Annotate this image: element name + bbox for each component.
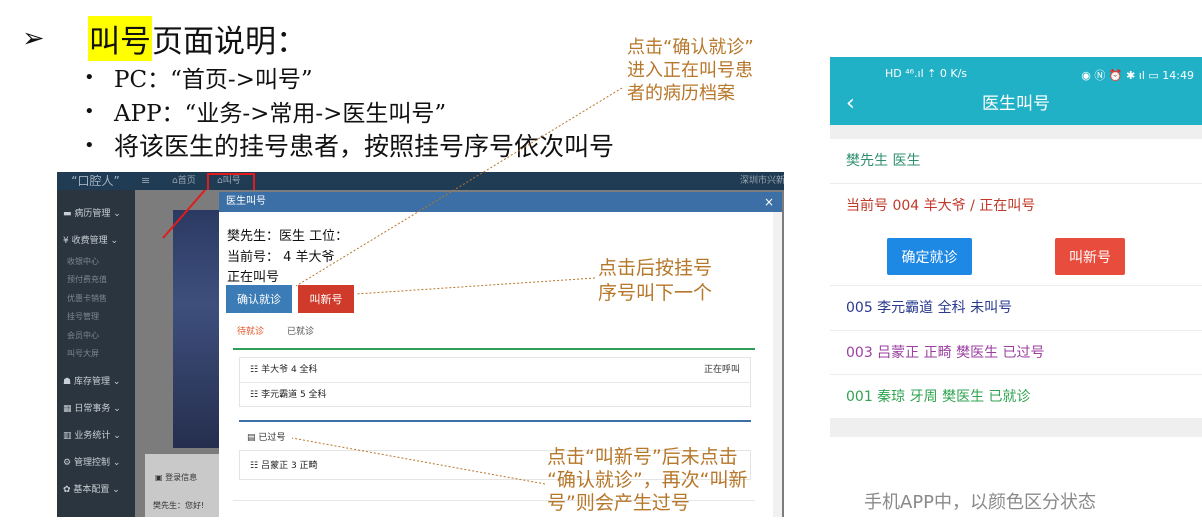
phone-app-bar: 医生叫号 ‹ <box>830 87 1202 125</box>
list-item-status: 正在呼叫 <box>703 365 740 375</box>
note-line: 点击后按挂号 <box>598 257 713 279</box>
note-line: “确认就诊”，再次“叫新 <box>547 469 748 491</box>
sidebar-sub-call-screen[interactable]: 叫号大屏 <box>67 348 99 359</box>
tab-underline <box>233 348 755 350</box>
list-icon: ☷ <box>250 365 259 375</box>
list-item[interactable]: ☷ 羊大爷 4 全科 正在呼叫 <box>240 358 750 383</box>
sidebar-item-inventory[interactable]: ☗ 库存管理 ⌄ <box>63 374 120 387</box>
list-item[interactable]: ☷ 李元霸道 5 全科 <box>240 383 750 408</box>
close-icon[interactable]: × <box>764 192 774 212</box>
calendar-icon: ▤ <box>247 433 256 443</box>
slide-title: ➢ 叫号 页面说明： <box>22 15 307 61</box>
passed-note: 点击“叫新号”后未点击 “确认就诊”，再次“叫新 号”则会产生过号 <box>547 446 748 515</box>
sidebar-item-config[interactable]: ✿ 基本配置 ⌄ <box>63 482 120 495</box>
note-line: 进入正在叫号患 <box>627 60 753 81</box>
menu-icon[interactable]: ≡ <box>141 172 150 190</box>
note-line: 号”则会产生过号 <box>547 492 690 514</box>
list-item-text: 羊大爷 4 全科 <box>261 365 318 375</box>
phone-title: 医生叫号 <box>982 94 1050 114</box>
modal-header: 医生叫号 × <box>219 192 782 212</box>
note-line: 序号叫下一个 <box>598 282 713 304</box>
note-line: 者的病历档案 <box>627 83 735 104</box>
passed-section-title: ▤ 已过号 <box>247 433 286 443</box>
nav-home[interactable]: ⌂首页 <box>172 172 196 190</box>
sidebar-sub-members[interactable]: 会员中心 <box>67 330 99 341</box>
sidebar-item-billing[interactable]: ¥ 收费管理 ⌄ <box>63 233 118 246</box>
pc-topbar: “口腔人” ≡ ⌂首页 ⌂叫号 深圳市兴新 <box>57 172 784 190</box>
list-icon: ☷ <box>250 390 259 400</box>
arrow-bullet-icon: ➢ <box>22 22 45 54</box>
login-info-panel: ▣ 登录信息 樊先生：您好! <box>145 454 221 517</box>
title-highlight: 叫号 <box>88 15 152 61</box>
sidebar-item-daily[interactable]: ▦ 日常事务 ⌄ <box>63 401 121 414</box>
bullet-text: 将该医生的挂号患者，按照挂号序号依次叫号 <box>114 132 615 161</box>
queue-item-waiting[interactable]: 005 李元霸道 全科 未叫号 <box>830 285 1202 330</box>
nav-clinic-name: 深圳市兴新 <box>740 176 784 186</box>
list-item-text: 李元霸道 5 全科 <box>261 390 327 400</box>
sidebar-sub-registration[interactable]: 挂号管理 <box>67 311 99 322</box>
sidebar-item-admin[interactable]: ⚙ 管理控制 ⌄ <box>63 455 120 468</box>
status-right: ◉ Ⓝ ⏰ ✱ ıl ▭ 14:49 <box>1081 69 1194 82</box>
note-line: 点击“叫新号”后未点击 <box>547 446 738 468</box>
sidebar-item-medical-records[interactable]: ▬ 病历管理 ⌄ <box>63 206 121 219</box>
back-icon[interactable]: ‹ <box>846 87 855 121</box>
passed-divider <box>239 420 751 422</box>
call-new-number-button[interactable]: 叫新号 <box>298 285 354 313</box>
list-icon: ☷ <box>250 461 259 471</box>
sidebar-sub-cashier[interactable]: 收银中心 <box>67 256 99 267</box>
phone-button-row: 确定就诊 叫新号 <box>830 227 1202 285</box>
modal-scrollbar[interactable] <box>773 212 782 517</box>
pc-logo: “口腔人” <box>71 174 120 188</box>
login-greeting: 樊先生：您好! <box>153 501 205 510</box>
bullet-rule: • 将该医生的挂号患者，按照挂号序号依次叫号 <box>84 128 614 162</box>
waiting-list: ☷ 羊大爷 4 全科 正在呼叫 ☷ 李元霸道 5 全科 <box>239 357 751 407</box>
pc-sidebar: ▬ 病历管理 ⌄ ¥ 收费管理 ⌄ 收银中心 预付费充值 优惠卡销售 挂号管理 … <box>57 190 135 517</box>
phone-confirm-button[interactable]: 确定就诊 <box>887 238 972 275</box>
phone-doctor-row: 樊先生 医生 <box>830 139 1202 183</box>
tab-visited[interactable]: 已就诊 <box>287 324 314 337</box>
phone-caption: 手机APP中，以颜色区分状态 <box>864 492 1097 513</box>
phone-current-row: 当前号 004 羊大爷 / 正在叫号 <box>830 183 1202 227</box>
queue-item-done[interactable]: 001 秦琼 牙周 樊医生 已就诊 <box>830 374 1202 418</box>
bullet-dot-icon: • <box>84 134 95 156</box>
list-item-text: 吕蒙正 3 正畸 <box>261 461 318 471</box>
status-left: HD ⁴⁶.ıl ⇡ 0 K/s <box>885 67 968 80</box>
doctor-line: 樊先生：医生 工位： <box>227 229 349 244</box>
bullet-dot-icon: • <box>84 66 95 88</box>
phone-status-bar: HD ⁴⁶.ıl ⇡ 0 K/s ◉ Ⓝ ⏰ ✱ ıl ▭ 14:49 <box>830 57 1202 87</box>
queue-item-passed[interactable]: 003 吕蒙正 正畸 樊医生 已过号 <box>830 330 1202 374</box>
modal-title: 医生叫号 <box>226 196 266 207</box>
phone-screenshot: HD ⁴⁶.ıl ⇡ 0 K/s ◉ Ⓝ ⏰ ✱ ıl ▭ 14:49 医生叫号… <box>830 57 1202 437</box>
call-status-line: 正在叫号 <box>227 270 280 285</box>
bullet-list: • PC：“首页->叫号” • APP：“业务->常用->医生叫号” • 将该医生的挂… <box>84 60 614 162</box>
login-info-title: ▣ 登录信息 <box>155 473 198 482</box>
bullet-pc: • PC：“首页->叫号” <box>84 60 614 94</box>
bullet-text: APP：“业务->常用->医生叫号” <box>114 101 447 127</box>
bullet-text: PC：“首页->叫号” <box>114 67 313 93</box>
current-number-line: 当前号： 4 羊大爷 <box>227 250 335 265</box>
tab-waiting[interactable]: 待就诊 <box>237 324 264 337</box>
background-photo <box>173 210 225 448</box>
title-rest: 页面说明： <box>152 23 307 60</box>
new-number-note: 点击后按挂号 序号叫下一个 <box>598 256 712 306</box>
note-line: 点击“确认就诊” <box>627 37 754 58</box>
bullet-app: • APP：“业务->常用->医生叫号” <box>84 94 614 128</box>
sidebar-sub-prepay[interactable]: 预付费充值 <box>67 274 107 285</box>
confirm-visit-button[interactable]: 确认就诊 <box>226 285 292 313</box>
confirm-note: 点击“确认就诊” 进入正在叫号患 者的病历档案 <box>627 36 754 105</box>
sidebar-item-statistics[interactable]: ▥ 业务统计 ⌄ <box>63 428 121 441</box>
sidebar-sub-card-sale[interactable]: 优惠卡销售 <box>67 293 107 304</box>
phone-new-number-button[interactable]: 叫新号 <box>1055 238 1125 275</box>
bullet-dot-icon: • <box>84 100 95 122</box>
